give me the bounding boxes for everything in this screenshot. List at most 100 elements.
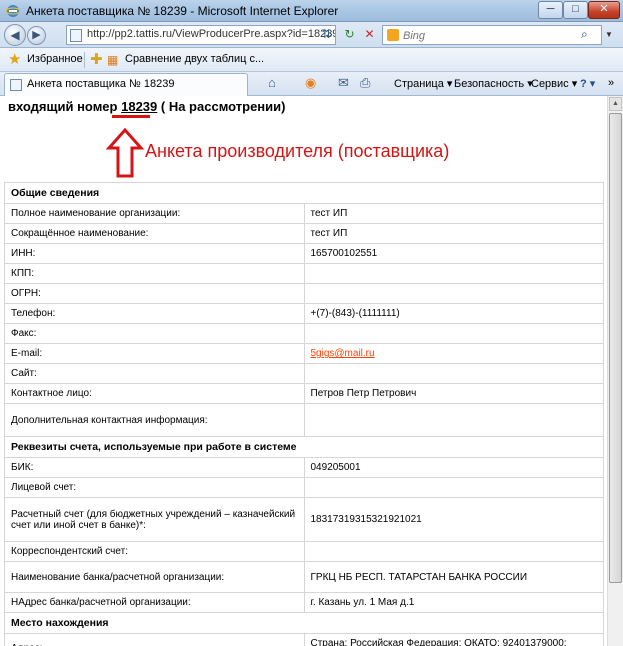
- form-row: Корреспондентский счет:: [4, 541, 604, 562]
- field-value: [303, 363, 604, 384]
- field-value: Страна: Российская Федерация; ОКАТО: 924…: [303, 633, 604, 646]
- form-row: Контактное лицо: Петров Петр Петрович: [4, 383, 604, 404]
- field-label: ИНН:: [4, 243, 305, 264]
- home-icon[interactable]: ⌂: [268, 75, 276, 90]
- field-label: КПП:: [4, 263, 305, 284]
- refresh-icon[interactable]: ↻: [341, 26, 358, 43]
- form-row: Дополнительная контактная информация:: [4, 403, 604, 437]
- tools-menu[interactable]: Сервис ▾: [531, 77, 577, 90]
- field-value: 5gigs@mail.ru: [303, 343, 604, 364]
- field-label: E-mail:: [4, 343, 305, 364]
- page-title: входящий номер 18239 ( На рассмотрении): [8, 99, 285, 114]
- request-number: 18239: [121, 99, 158, 114]
- annotation-text: Анкета производителя (поставщика): [145, 141, 450, 161]
- add-favorite-icon[interactable]: ✚: [90, 50, 103, 68]
- field-label: Телефон:: [4, 303, 305, 324]
- form-row: E-mail: 5gigs@mail.ru: [4, 343, 604, 364]
- favorites-button[interactable]: Избранное: [27, 53, 83, 65]
- close-button[interactable]: ✕: [588, 1, 620, 19]
- vertical-scrollbar[interactable]: ▲: [607, 96, 623, 646]
- form-row: Факс:: [4, 323, 604, 344]
- scroll-up-icon[interactable]: ▲: [609, 97, 622, 111]
- field-value: г. Казань ул. 1 Мая д.1: [303, 592, 604, 613]
- field-value: тест ИП: [303, 203, 604, 224]
- ie-icon: [6, 5, 20, 17]
- field-value: [303, 477, 604, 498]
- scroll-thumb[interactable]: [609, 113, 622, 583]
- field-label: Контактное лицо:: [4, 383, 305, 404]
- field-label: БИК:: [4, 457, 305, 478]
- back-button[interactable]: ◀: [4, 24, 26, 46]
- title-bar: Анкета поставщика № 18239 - Microsoft In…: [0, 0, 623, 22]
- favorites-bar: ★ Избранное ✚ ▦ Сравнение двух таблиц с.…: [0, 48, 623, 72]
- annotation-arrow-icon: [105, 128, 145, 178]
- rss-icon[interactable]: ◉: [305, 75, 316, 91]
- annotation-underline: [112, 115, 150, 118]
- maximize-button[interactable]: □: [563, 1, 588, 19]
- section-header: Место нахождения: [4, 612, 604, 634]
- search-options-chevron-icon[interactable]: ▼: [605, 30, 613, 39]
- section-title: Реквезиты счета, используемые при работе…: [4, 436, 604, 458]
- favorites-star-icon: ★: [8, 51, 22, 68]
- bing-icon: [387, 29, 399, 41]
- form-row: Сайт:: [4, 363, 604, 384]
- field-value: [303, 283, 604, 304]
- web-slice-icon: ▦: [107, 53, 119, 67]
- safety-menu[interactable]: Безопасность ▾: [454, 77, 533, 90]
- form-row: БИК: 049205001: [4, 457, 604, 478]
- favorite-link[interactable]: Сравнение двух таблиц с...: [125, 53, 264, 65]
- form-row: Сокращённое наименование: тест ИП: [4, 223, 604, 244]
- url-text: http://pp2.tattis.ru/ViewProducerPre.asp…: [87, 28, 336, 40]
- form-row: ИНН: 165700102551: [4, 243, 604, 264]
- form-row: Телефон: +(7)-(843)-(1111111): [4, 303, 604, 324]
- field-value: Петров Петр Петрович: [303, 383, 604, 404]
- field-value: [303, 263, 604, 284]
- heading-prefix: входящий номер: [8, 99, 118, 114]
- stop-icon[interactable]: ✕: [361, 26, 378, 43]
- email-link[interactable]: 5gigs@mail.ru: [311, 348, 375, 359]
- page-menu[interactable]: Страница ▾: [394, 77, 452, 90]
- section-title: Общие сведения: [4, 182, 604, 204]
- print-icon[interactable]: ⎙: [360, 75, 370, 91]
- field-value: тест ИП: [303, 223, 604, 244]
- search-input[interactable]: [403, 28, 573, 43]
- page-icon: [10, 79, 22, 91]
- field-value: [303, 403, 604, 437]
- address-toolbar: ◀ ▶ http://pp2.tattis.ru/ViewProducerPre…: [0, 22, 623, 48]
- forward-button[interactable]: ▶: [27, 26, 46, 45]
- field-label: ОГРН:: [4, 283, 305, 304]
- field-label: Факс:: [4, 323, 305, 344]
- form-row: Адрес:Страна: Российская Федерация; ОКАТ…: [4, 633, 604, 646]
- address-field[interactable]: http://pp2.tattis.ru/ViewProducerPre.asp…: [66, 25, 336, 45]
- form-row: Расчетный счет (для бюджетных учреждений…: [4, 497, 604, 542]
- help-icon[interactable]: ? ▾: [580, 77, 595, 90]
- field-value: +(7)-(843)-(1111111): [303, 303, 604, 324]
- form-row: ОГРН:: [4, 283, 604, 304]
- field-label: НАдрес банка/расчетной организации:: [4, 592, 305, 613]
- supplier-form-table: Общие сведения Полное наименование органи…: [4, 182, 604, 646]
- tab-label: Анкета поставщика № 18239: [27, 78, 175, 90]
- field-value: ГРКЦ НБ РЕСП. ТАТАРСТАН БАНКА РОССИИ: [303, 561, 604, 593]
- field-value: [303, 323, 604, 344]
- field-label: Полное наименование организации:: [4, 203, 305, 224]
- field-label: Лицевой счет:: [4, 477, 305, 498]
- window-title: Анкета поставщика № 18239 - Microsoft In…: [26, 4, 339, 18]
- section-header: Реквезиты счета, используемые при работе…: [4, 436, 604, 458]
- mail-icon[interactable]: ✉: [338, 75, 349, 91]
- field-value: 165700102551: [303, 243, 604, 264]
- section-header: Общие сведения: [4, 182, 604, 204]
- status-text: ( На рассмотрении): [160, 99, 286, 114]
- command-bar: Анкета поставщика № 18239 ⌂ ◉ ✉ ⎙ Страни…: [0, 72, 623, 96]
- search-icon[interactable]: ⌕: [581, 27, 588, 42]
- page-icon: [70, 29, 82, 42]
- overflow-chevron-icon[interactable]: »: [608, 77, 614, 89]
- page-viewport: входящий номер 18239 ( На рассмотрении) …: [0, 96, 607, 646]
- field-label: Корреспондентский счет:: [4, 541, 305, 562]
- form-row: Наименование банка/расчетной организации…: [4, 561, 604, 593]
- form-row: Лицевой счет:: [4, 477, 604, 498]
- field-value: [303, 541, 604, 562]
- compatibility-view-icon[interactable]: ⇅: [318, 26, 335, 43]
- browser-tab[interactable]: Анкета поставщика № 18239: [4, 73, 248, 96]
- search-box: ⌕: [382, 25, 602, 45]
- minimize-button[interactable]: ─: [538, 1, 563, 19]
